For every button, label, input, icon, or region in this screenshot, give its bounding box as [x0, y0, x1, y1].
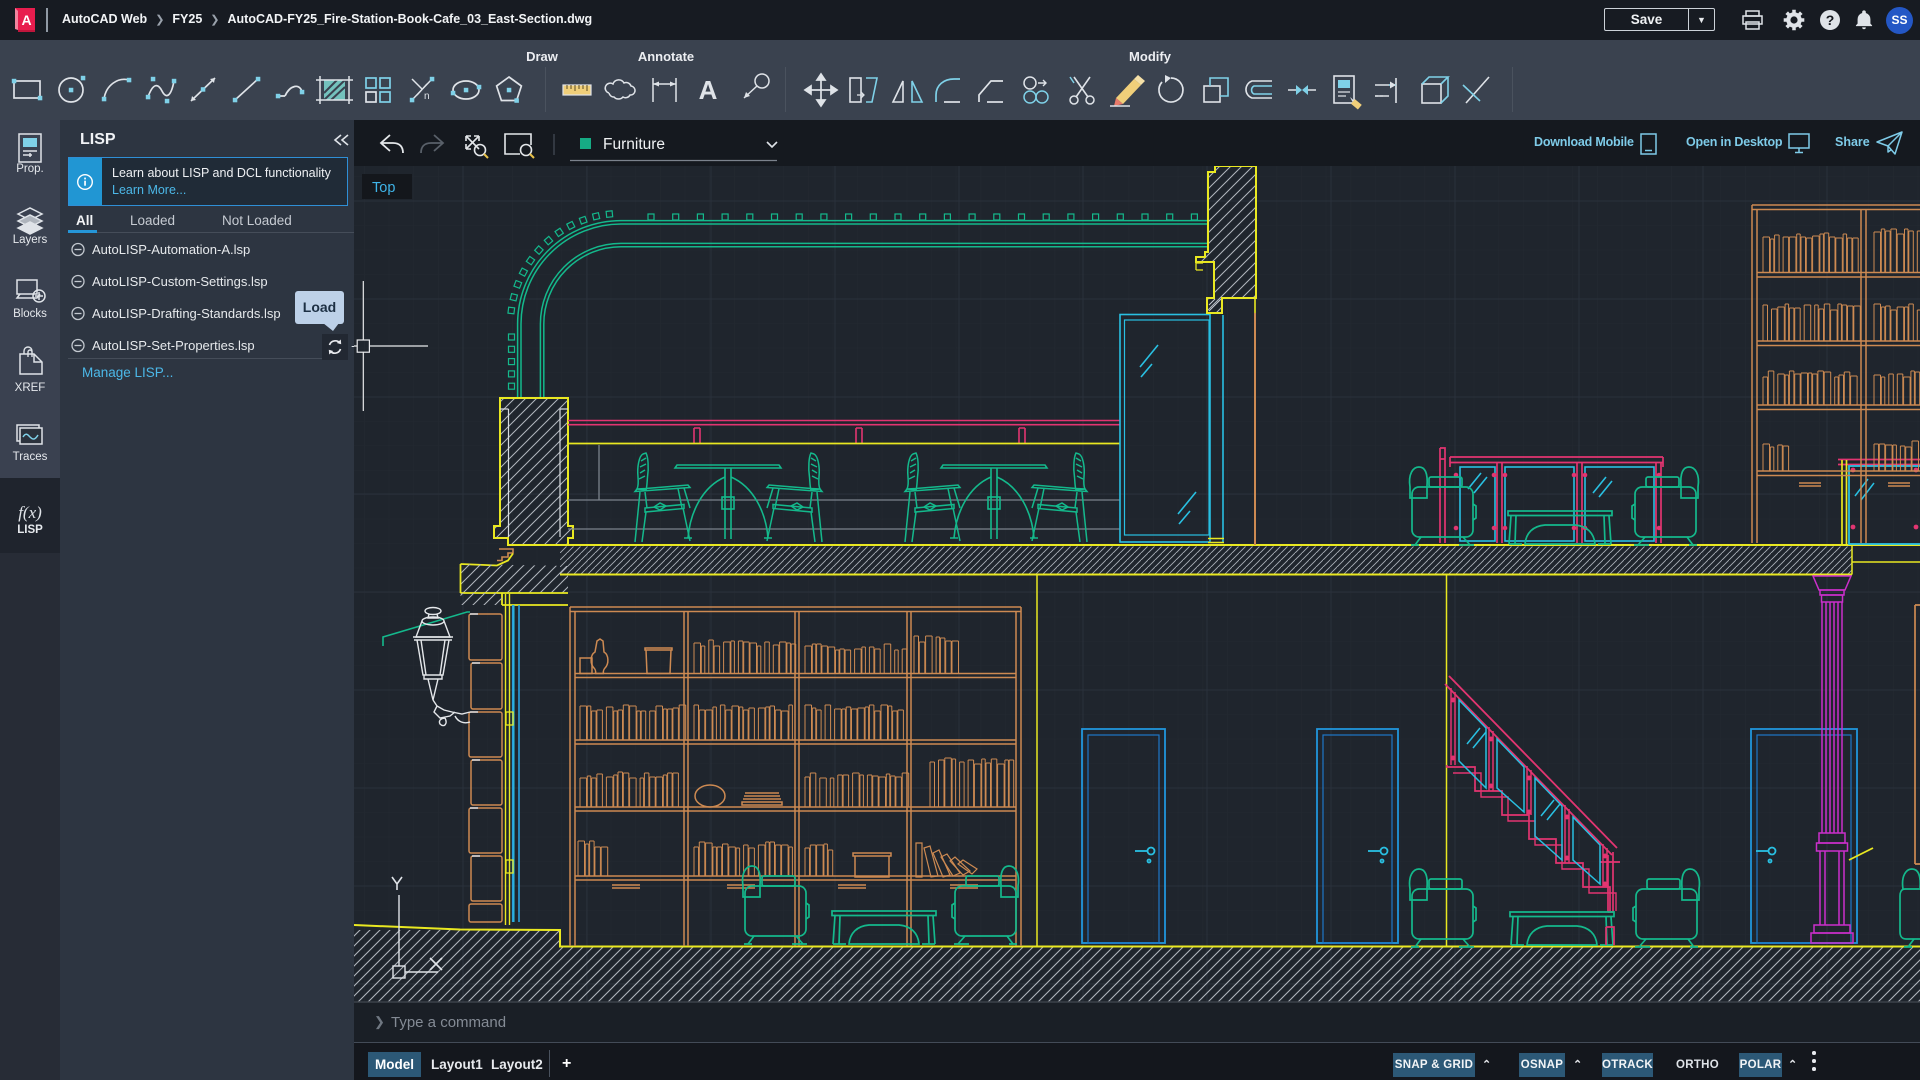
- svg-text:Furniture: Furniture: [603, 136, 665, 153]
- svg-text:A: A: [21, 12, 31, 28]
- svg-text:n: n: [424, 91, 430, 102]
- svg-text:f(x): f(x): [18, 503, 42, 522]
- svg-text:Top: Top: [372, 180, 395, 196]
- svg-text:?: ?: [1826, 12, 1835, 28]
- svg-text:A: A: [699, 75, 718, 105]
